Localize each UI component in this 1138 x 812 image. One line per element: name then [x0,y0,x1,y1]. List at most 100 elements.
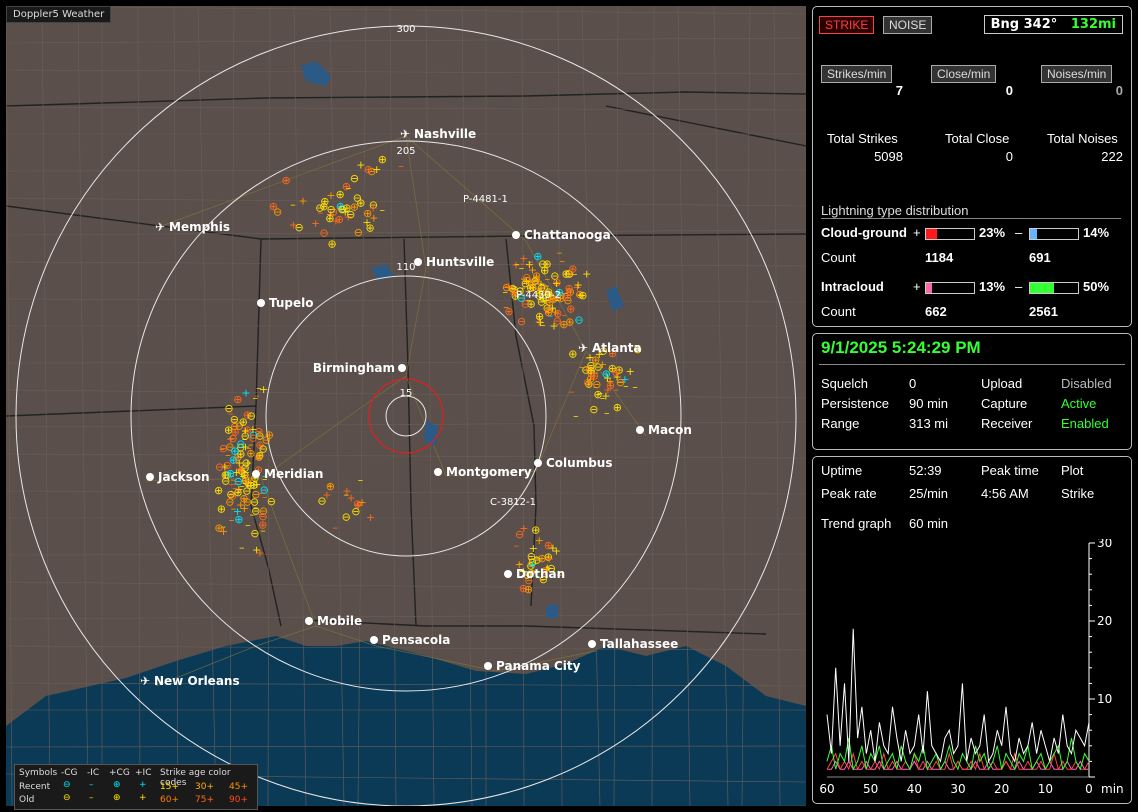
strike-marker: – [256,382,262,395]
trend-y-tick: 10 [1097,692,1112,706]
airport-icon: ✈ [578,341,588,355]
strike-marker: + [603,384,612,397]
strike-marker: – [573,409,579,422]
strike-marker: ⊕ [566,302,575,315]
strike-marker: ⊕ [561,267,570,280]
total-noises-value: 222 [1101,149,1123,164]
strike-marker: ⊕ [378,153,387,166]
ic-negative-count: 2561 [1029,304,1058,319]
strike-marker: ⊕ [246,479,255,492]
cg-positive-count: 1184 [925,250,954,265]
strike-marker: – [569,385,575,398]
plot-value[interactable]: Strike [1061,486,1094,501]
city-label: Montgomery [446,465,532,479]
strike-marker: – [219,443,225,456]
strike-marker: – [358,474,364,487]
strike-marker: – [260,524,266,537]
counters-panel: STRIKE NOISE Bng 342° 132mi Strikes/min … [812,6,1132,327]
strike-marker: ⊕ [327,238,336,251]
storm-cell-label: P-4430-2 [516,290,561,301]
strike-marker: ⊕ [365,221,374,234]
cg-plus-sign: + [913,225,921,240]
symbol-legend: Symbols -CG -IC +CG +IC Strike age color… [14,764,258,810]
trend-y-tick: 20 [1097,614,1112,628]
city-marker[interactable]: ✈ Atlanta [578,341,642,355]
strike-marker: – [557,246,563,259]
city-marker[interactable]: Panama City [484,659,581,673]
trend-x-unit: min [1101,782,1124,796]
strike-marker: ⊕ [230,445,239,458]
receiver-value: Enabled [1061,416,1109,431]
city-marker[interactable]: Chattanooga [512,228,611,242]
city-marker[interactable]: Dothan [504,567,565,581]
city-dot [512,231,520,239]
lightning-map[interactable]: 300 205 110 15 ⊕ ⊕ ⊕ ⊕ ⊖ ⊖ + ⊕ ⊖ ⊕ – ⊖ – ⊖ ⊖ ⊕ + ⊖ ⊕ ⊖ + ⊕ + ⊖ ⊖ – – ⊖… [6,6,806,810]
bearing-readout: Bng 342° 132mi [983,15,1123,34]
strike-marker: ⊕ [542,258,551,271]
city-marker[interactable]: Montgomery [434,465,532,479]
city-marker[interactable]: Jackson [146,470,210,484]
noise-mode-button[interactable]: NOISE [883,16,933,34]
strike-marker: + [552,277,561,290]
city-marker[interactable]: Tupelo [257,296,314,310]
cg-negative-count: 691 [1029,250,1051,265]
city-label: Tupelo [269,296,314,310]
city-label: Tallahassee [600,637,678,651]
city-marker[interactable]: Macon [636,423,692,437]
ring-distance-label: 110 [396,262,415,273]
trend-graph: 30 20 10 60 50 40 30 20 10 0 min [819,539,1124,796]
city-dot [257,299,265,307]
strike-marker: – [235,483,241,496]
city-dot [534,459,542,467]
city-label: Meridian [264,467,323,481]
city-marker[interactable]: Huntsville [414,255,494,269]
strike-marker: ⊕ [217,502,226,515]
noises-per-min-button[interactable]: Noises/min [1041,65,1113,83]
strike-marker: + [311,217,320,230]
city-label: Dothan [516,567,565,581]
storm-cell-label: C-3812-1 [490,497,536,508]
strike-marker: ⊖ [589,403,598,416]
airport-icon: ✈ [400,127,410,141]
strike-marker: – [239,541,245,554]
strike-marker: + [241,387,250,400]
strike-mode-button[interactable]: STRIKE [819,16,875,34]
strike-marker: ⊕ [335,213,344,226]
city-marker[interactable]: ✈ New Orleans [140,674,240,688]
city-marker[interactable]: Birmingham [313,361,406,375]
legend-age-recent-1: 15+ [160,782,179,792]
strike-marker: ⊖ [317,494,326,507]
persistence-label: Persistence [821,396,889,411]
strike-marker: – [604,406,610,419]
close-per-min-value: 0 [1005,83,1013,98]
strike-marker: – [245,519,251,532]
city-label: New Orleans [154,674,240,688]
city-label: Columbus [546,456,613,470]
close-per-min-button[interactable]: Close/min [931,65,997,83]
strike-marker: ⊖ [592,378,601,391]
city-marker[interactable]: Pensacola [370,633,450,647]
total-strikes-label: Total Strikes [827,131,898,146]
strike-marker: + [598,358,607,371]
ic-count-label: Count [821,304,856,319]
city-marker[interactable]: Tallahassee [588,637,678,651]
persistence-value: 90 min [909,396,949,411]
trend-x-tick: 0 [1085,782,1093,796]
strike-marker: ⊖ [294,221,303,234]
distribution-title: Lightning type distribution [821,203,1121,219]
trend-graph-label: Trend graph [821,516,892,531]
recent-ic-neg-icon: – [89,780,94,790]
old-ic-pos-icon: + [139,793,147,803]
map-canvas[interactable]: 30020511015 ⊕⊕⊕⊕⊖⊖+⊕⊖ ⊕–⊖–⊖⊖⊕+⊖⊕⊖+⊕+⊖⊖––⊖… [6,6,806,806]
peak-time-label: Peak time [981,463,1039,478]
recent-cg-pos-icon: ⊕ [113,780,121,790]
ring-distance-label: 15 [400,388,413,399]
city-dot [398,364,406,372]
strike-marker: + [342,485,351,498]
ring-distance-label: 205 [396,146,415,157]
strike-marker: + [298,195,307,208]
strikes-per-min-button[interactable]: Strikes/min [821,65,893,83]
legend-age-old-1: 60+ [160,795,179,805]
city-marker[interactable]: Columbus [534,456,613,470]
capture-value: Active [1061,396,1097,411]
